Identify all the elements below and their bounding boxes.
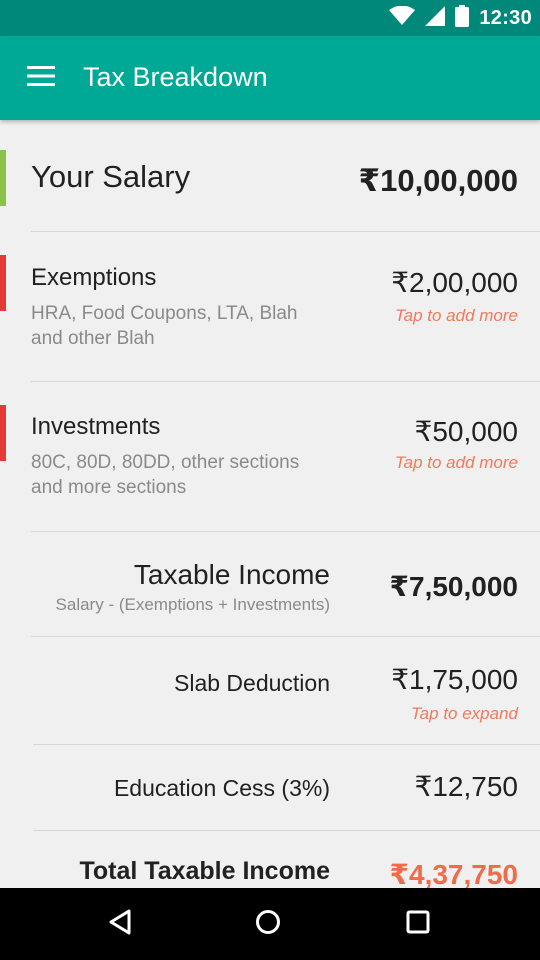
exemptions-description: HRA, Food Coupons, LTA, Blah and other B… [31, 303, 298, 349]
status-bar: 12:30 [0, 0, 540, 36]
total-taxable-income-label: Total Taxable Income [79, 857, 330, 885]
hamburger-menu-icon [27, 65, 55, 91]
system-navigation-bar [0, 888, 540, 960]
exemptions-amount: ₹2,00,000 [391, 267, 518, 298]
education-cess-amount: ₹12,750 [414, 771, 518, 802]
salary-indicator [0, 150, 6, 206]
taxable-income-amount: ₹7,50,000 [389, 571, 518, 602]
investments-description: 80C, 80D, 80DD, other sections and more … [31, 452, 300, 498]
slab-deduction-row[interactable]: Slab Deduction ₹1,75,000 Tap to expand [0, 637, 540, 744]
salary-label: Your Salary [31, 159, 191, 194]
tax-breakdown-content: Your Salary ₹10,00,000 Exemptions HRA, F… [0, 120, 540, 888]
battery-icon [455, 4, 470, 32]
taxable-income-formula: Salary - (Exemptions + Investments) [55, 595, 330, 614]
exemptions-add-more-link[interactable]: Tap to add more [395, 306, 518, 326]
status-icons: 12:30 [389, 4, 532, 32]
salary-row[interactable]: Your Salary ₹10,00,000 [0, 120, 540, 232]
home-button[interactable] [238, 902, 298, 946]
education-cess-label: Education Cess (3%) [113, 775, 330, 801]
exemptions-indicator [0, 255, 6, 311]
back-button[interactable] [90, 902, 150, 946]
investments-indicator [0, 405, 6, 461]
investments-row[interactable]: Investments 80C, 80D, 80DD, other sectio… [0, 382, 540, 532]
recents-icon [405, 909, 431, 940]
salary-amount: ₹10,00,000 [358, 163, 518, 198]
page-title: Tax Breakdown [83, 62, 268, 92]
back-icon [107, 909, 133, 940]
home-icon [255, 909, 281, 940]
investments-add-more-link[interactable]: Tap to add more [395, 453, 518, 473]
taxable-income-row: Taxable Income Salary - (Exemptions + In… [0, 532, 540, 636]
exemptions-label: Exemptions [31, 264, 157, 291]
app-toolbar: Tax Breakdown [0, 36, 540, 120]
slab-deduction-expand-link[interactable]: Tap to expand [411, 704, 518, 724]
total-taxable-income-amount: ₹4,37,750 [389, 859, 518, 888]
slab-deduction-label: Slab Deduction [174, 670, 330, 696]
investments-label: Investments [31, 413, 161, 440]
recents-button[interactable] [388, 902, 448, 946]
investments-amount: ₹50,000 [414, 416, 518, 447]
exemptions-row[interactable]: Exemptions HRA, Food Coupons, LTA, Blah … [0, 232, 540, 382]
cellular-signal-icon [425, 5, 446, 31]
taxable-income-label: Taxable Income [133, 559, 330, 590]
total-taxable-income-row: Total Taxable Income ₹4,37,750 [0, 831, 540, 888]
status-time: 12:30 [479, 6, 532, 29]
education-cess-row: Education Cess (3%) ₹12,750 [0, 745, 540, 831]
wifi-icon [389, 5, 416, 31]
slab-deduction-amount: ₹1,75,000 [391, 664, 518, 695]
menu-button[interactable] [14, 54, 68, 102]
